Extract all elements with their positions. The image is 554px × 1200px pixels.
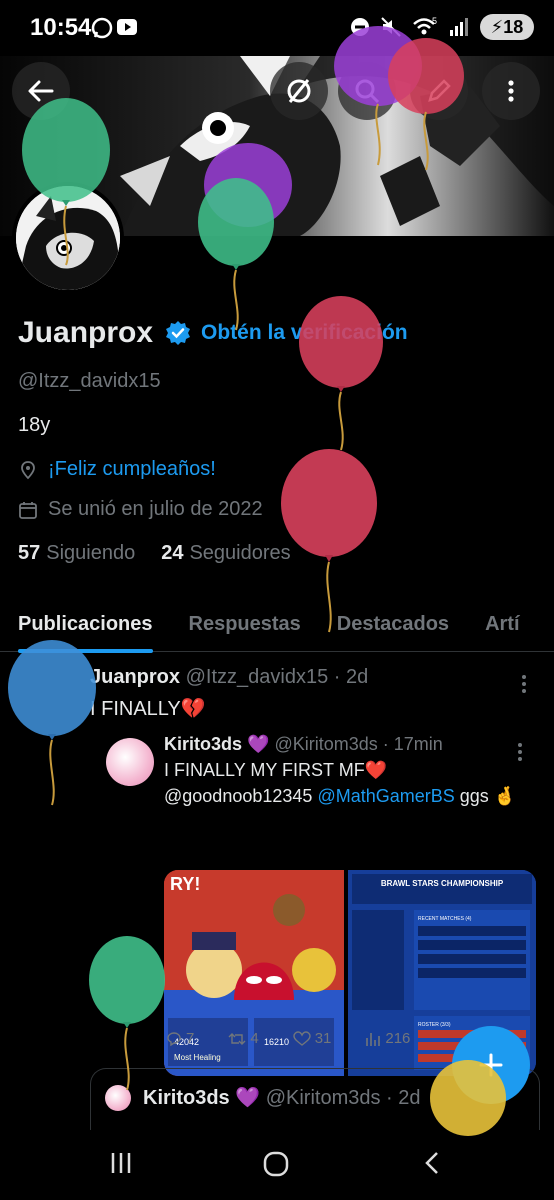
profile-avatar[interactable] bbox=[12, 182, 124, 294]
profile-location[interactable]: ¡Feliz cumpleaños! bbox=[18, 458, 216, 481]
mention-mathgamer[interactable]: @MathGamerBS bbox=[317, 786, 454, 806]
get-verified-link[interactable]: Obtén la verificación bbox=[201, 321, 408, 345]
calendar-icon bbox=[19, 501, 37, 519]
quote2-meta: @Kiritom3ds · 2d bbox=[265, 1087, 421, 1109]
tab-articulos[interactable]: Artí bbox=[485, 596, 519, 652]
reply-icon bbox=[167, 1031, 181, 1046]
quote2-author[interactable]: Kirito3ds 💜 bbox=[143, 1087, 260, 1109]
post-more-icon[interactable] bbox=[522, 672, 528, 696]
compose-fab[interactable] bbox=[452, 1026, 530, 1104]
quote-text-line2: @goodnoob12345 @MathGamerBS ggs 🤞 bbox=[164, 786, 516, 807]
like-button[interactable]: 31 bbox=[292, 1030, 332, 1047]
search-icon bbox=[355, 79, 380, 104]
plus-icon bbox=[479, 1053, 503, 1077]
back-nav-icon[interactable] bbox=[420, 1150, 446, 1176]
joined-text: Se unió en julio de 2022 bbox=[48, 498, 263, 520]
profile-bio: 18y bbox=[18, 414, 51, 436]
tab-destacados[interactable]: Destacados bbox=[337, 596, 449, 652]
views-count: 216 bbox=[385, 1030, 411, 1047]
followers-label: Seguidores bbox=[189, 542, 291, 564]
following-count: 57 bbox=[18, 542, 41, 564]
profile-tabs: Publicaciones Respuestas Destacados Artí bbox=[0, 596, 554, 653]
reply-button[interactable]: 7 bbox=[166, 1030, 194, 1047]
more-vertical-icon bbox=[508, 80, 514, 102]
profile-handle: @Itzz_davidx15 bbox=[18, 370, 161, 392]
repost-button[interactable]: 4 bbox=[228, 1030, 259, 1047]
media-right-section1: RECENT MATCHES (4) bbox=[418, 916, 472, 922]
balloon-blue bbox=[8, 640, 96, 806]
arrow-left-icon bbox=[28, 80, 54, 102]
network-type: 5 bbox=[432, 16, 437, 26]
quote-more-icon[interactable] bbox=[518, 740, 524, 764]
quote-text-tail: ggs 🤞 bbox=[459, 786, 517, 806]
post-actions: 7 4 31 216 bbox=[166, 1030, 410, 1047]
media-right-title: BRAWL STARS CHAMPIONSHIP bbox=[381, 879, 504, 888]
quote-author[interactable]: Kirito3ds 💜 bbox=[164, 734, 269, 754]
avatar-artwork bbox=[16, 186, 120, 290]
quoted-post[interactable]: Kirito3ds 💜 @Kiritom3ds · 17min I FINALL… bbox=[90, 720, 540, 1080]
mute-icon bbox=[381, 17, 401, 37]
status-bar: 10:54 5 ⚡ 18 bbox=[0, 0, 554, 56]
recent-apps-icon[interactable] bbox=[108, 1150, 134, 1176]
location-text[interactable]: ¡Feliz cumpleaños! bbox=[48, 458, 216, 481]
dnd-icon bbox=[351, 18, 369, 36]
quote2-avatar[interactable] bbox=[105, 1085, 131, 1111]
slash-circle-icon bbox=[287, 79, 311, 103]
profile-joined: Se unió en julio de 2022 bbox=[18, 498, 263, 521]
search-button[interactable] bbox=[338, 62, 396, 120]
quote2-header: Kirito3ds 💜 @Kiritom3ds · 2d bbox=[143, 1085, 421, 1110]
post-header: Juanprox @Itzz_davidx15 · 2d bbox=[90, 666, 368, 689]
repost-icon bbox=[228, 1032, 246, 1045]
whatsapp-icon bbox=[91, 17, 113, 39]
post-meta: @Itzz_davidx15 · 2d bbox=[185, 666, 369, 688]
follow-stats: 57 Siguiendo 24 Seguidores bbox=[18, 542, 291, 565]
profile-name: Juanprox bbox=[18, 316, 154, 349]
like-count: 31 bbox=[314, 1030, 332, 1047]
tab-publicaciones[interactable]: Publicaciones bbox=[18, 596, 153, 653]
media-right-section2: ROSTER (3/3) bbox=[418, 1022, 451, 1028]
quote-text-line1: I FINALLY MY FIRST MF❤️ bbox=[164, 760, 388, 780]
status-time: 10:54 bbox=[30, 14, 92, 41]
verified-badge-icon bbox=[166, 321, 191, 345]
following-label: Siguiendo bbox=[46, 542, 136, 564]
profile-name-row: Juanprox Obtén la verificación bbox=[18, 316, 408, 350]
followers-count: 24 bbox=[161, 542, 184, 564]
heart-icon bbox=[292, 1030, 311, 1046]
post-author[interactable]: Juanprox bbox=[90, 666, 180, 688]
following-link[interactable]: 57 Siguiendo bbox=[18, 542, 135, 565]
status-icons: 5 ⚡ 18 bbox=[350, 14, 534, 40]
wifi-icon: 5 bbox=[413, 16, 437, 35]
back-button[interactable] bbox=[12, 62, 70, 120]
mention-goodnoob[interactable]: @goodnoob12345 bbox=[164, 786, 312, 806]
youtube-icon bbox=[117, 19, 137, 35]
views-icon bbox=[366, 1032, 381, 1046]
media-left-tag: Most Healing bbox=[174, 1053, 221, 1062]
signal-icon bbox=[450, 18, 468, 36]
post-text: I FINALLY💔 bbox=[90, 698, 206, 720]
grok-button[interactable] bbox=[270, 62, 328, 120]
views-button[interactable]: 216 bbox=[365, 1030, 410, 1047]
quote-avatar[interactable] bbox=[106, 738, 154, 786]
followers-link[interactable]: 24 Seguidores bbox=[161, 542, 290, 565]
tab-respuestas[interactable]: Respuestas bbox=[189, 596, 301, 652]
location-icon bbox=[21, 460, 35, 479]
repost-count: 4 bbox=[250, 1030, 259, 1047]
system-nav-bar bbox=[0, 1130, 554, 1200]
battery-indicator: ⚡ 18 bbox=[480, 14, 534, 40]
quote-header: Kirito3ds 💜 @Kiritom3ds · 17min bbox=[164, 734, 443, 755]
more-button[interactable] bbox=[482, 62, 540, 120]
reply-count: 7 bbox=[186, 1030, 195, 1047]
home-icon[interactable] bbox=[262, 1150, 290, 1178]
quote-meta: @Kiritom3ds · 17min bbox=[274, 734, 443, 754]
edit-icon bbox=[428, 79, 451, 102]
edit-button[interactable] bbox=[410, 62, 468, 120]
media-left-caption: RY! bbox=[170, 874, 200, 894]
battery-level: 18 bbox=[503, 16, 524, 37]
